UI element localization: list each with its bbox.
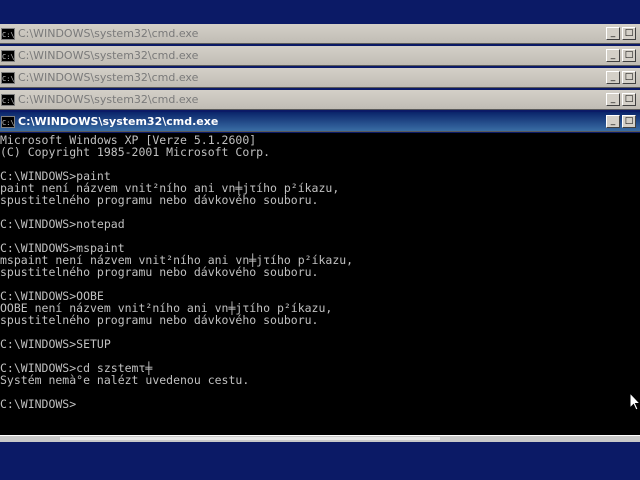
minimize-button[interactable]: _ (606, 71, 620, 84)
minimize-button[interactable]: _ (606, 27, 620, 40)
window-titlebar-4[interactable]: C:\ C:\WINDOWS\system32\cmd.exe _ □ (0, 90, 640, 110)
scrollbar-thumb[interactable] (60, 437, 440, 440)
maximize-button[interactable]: □ (622, 49, 636, 62)
mouse-pointer-icon (629, 392, 640, 411)
console-line: spustitelného programu nebo dávkového so… (0, 313, 319, 327)
window-title: C:\WINDOWS\system32\cmd.exe (18, 115, 219, 128)
window-titlebar-2[interactable]: C:\ C:\WINDOWS\system32\cmd.exe _ □ (0, 46, 640, 66)
maximize-button[interactable]: □ (622, 115, 636, 128)
console-line: Systém nemà°e nalézt uvedenou cestu. (0, 373, 250, 387)
minimize-button[interactable]: _ (606, 49, 620, 62)
console-output[interactable]: Microsoft Windows XP [Verze 5.1.2600] (C… (0, 133, 640, 435)
console-line: C:\WINDOWS>notepad (0, 217, 125, 231)
console-line: spustitelného programu nebo dávkového so… (0, 265, 319, 279)
window-titlebar-1[interactable]: C:\ C:\WINDOWS\system32\cmd.exe _ □ (0, 24, 640, 44)
console-line: C:\WINDOWS>SETUP (0, 337, 111, 351)
console-line: C:\WINDOWS> (0, 397, 77, 411)
window-title: C:\WINDOWS\system32\cmd.exe (18, 71, 199, 84)
cmd-icon: C:\ (1, 27, 15, 40)
cmd-icon: C:\ (1, 71, 15, 84)
window-titlebar-active[interactable]: C:\ C:\WINDOWS\system32\cmd.exe _ □ (0, 112, 640, 132)
console-line: spustitelného programu nebo dávkového so… (0, 193, 319, 207)
console-text: Microsoft Windows XP [Verze 5.1.2600] (C… (0, 134, 640, 410)
window-titlebar-3[interactable]: C:\ C:\WINDOWS\system32\cmd.exe _ □ (0, 68, 640, 88)
cmd-icon: C:\ (1, 93, 15, 106)
cmd-icon: C:\ (1, 49, 15, 62)
maximize-button[interactable]: □ (622, 27, 636, 40)
maximize-button[interactable]: □ (622, 93, 636, 106)
minimize-button[interactable]: _ (606, 93, 620, 106)
window-title: C:\WINDOWS\system32\cmd.exe (18, 49, 199, 62)
window-title: C:\WINDOWS\system32\cmd.exe (18, 93, 199, 106)
console-line: (C) Copyright 1985-2001 Microsoft Corp. (0, 145, 271, 159)
cmd-icon: C:\ (1, 115, 15, 128)
maximize-button[interactable]: □ (622, 71, 636, 84)
minimize-button[interactable]: _ (606, 115, 620, 128)
window-title: C:\WINDOWS\system32\cmd.exe (18, 27, 199, 40)
